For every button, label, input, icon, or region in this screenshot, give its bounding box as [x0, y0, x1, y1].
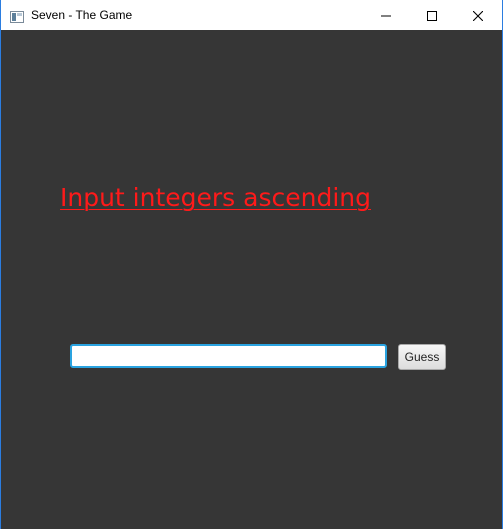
title-bar[interactable]: Seven - The Game: [1, 0, 502, 30]
maximize-icon: [427, 6, 437, 25]
instruction-label: Input integers ascending: [60, 183, 371, 212]
app-window-icon: [10, 8, 24, 23]
app-window: Seven - The Game Input integers ascendin…: [0, 0, 503, 529]
guess-button[interactable]: Guess: [398, 344, 446, 370]
minimize-button[interactable]: [363, 0, 409, 30]
maximize-button[interactable]: [409, 0, 455, 30]
guess-input[interactable]: [70, 344, 387, 368]
minimize-icon: [381, 6, 391, 25]
game-panel: Input integers ascending Guess: [1, 30, 502, 529]
close-button[interactable]: [455, 0, 501, 30]
close-icon: [472, 6, 484, 25]
window-title: Seven - The Game: [31, 8, 133, 22]
